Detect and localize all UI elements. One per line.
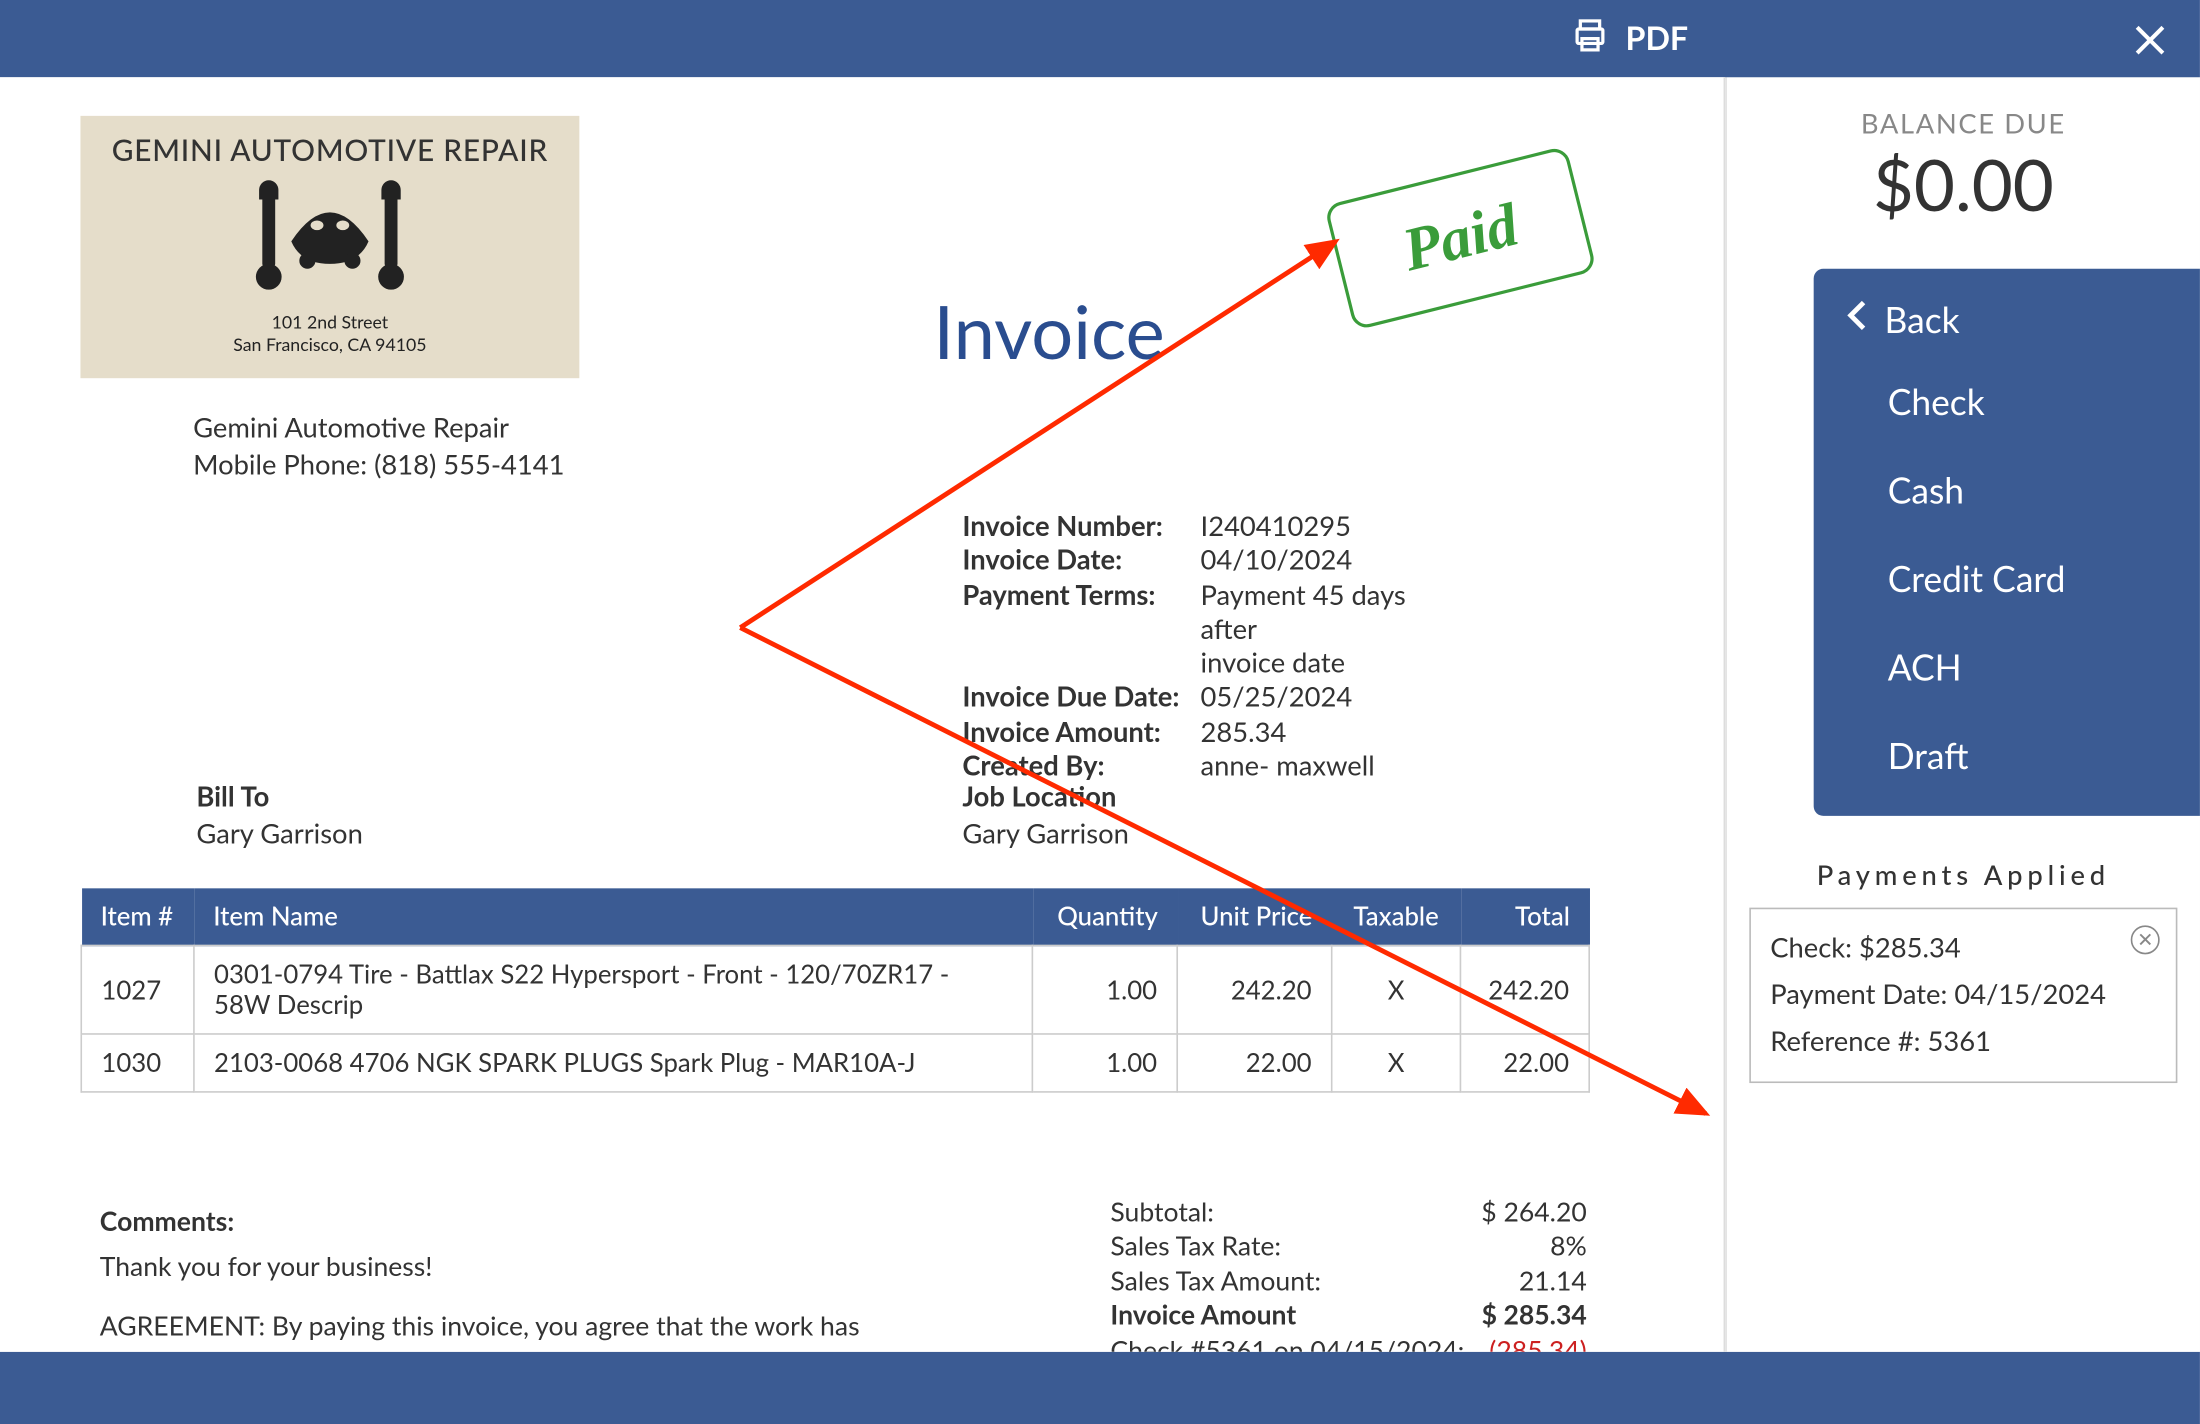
job-location: Job Location Gary Garrison — [962, 779, 1129, 853]
company-phone: Mobile Phone: (818) 555-4141 — [193, 447, 1661, 484]
payment-menu: Back Check Cash Credit Card ACH Draft — [1814, 269, 2200, 816]
company-logo-card: GEMINI AUTOMOTIVE REPAIR — [80, 116, 579, 378]
pdf-button[interactable]: PDF — [1571, 15, 1688, 62]
payment-applied-card: ✕ Check: $285.34 Payment Date: 04/15/202… — [1749, 908, 2177, 1083]
comments-block: Comments: Thank you for your business! A… — [100, 1204, 872, 1352]
table-row: 1030 2103-0068 4706 NGK SPARK PLUGS Spar… — [81, 1034, 1589, 1092]
table-header-row: Item # Item Name Quantity Unit Price Tax… — [81, 888, 1589, 945]
delete-payment-button[interactable]: ✕ — [2131, 925, 2160, 954]
invoice-document: GEMINI AUTOMOTIVE REPAIR — [0, 77, 1725, 1352]
pay-option-draft[interactable]: Draft — [1814, 711, 2200, 800]
back-button[interactable]: Back — [1814, 282, 2200, 358]
col-total: Total — [1460, 888, 1589, 945]
chevron-left-icon — [1846, 298, 1869, 341]
close-icon — [2132, 13, 2167, 68]
close-button[interactable] — [2132, 13, 2167, 68]
invoice-metadata: Invoice Number:I240410295 Invoice Date:0… — [962, 509, 1458, 783]
pay-option-credit-card[interactable]: Credit Card — [1814, 534, 2200, 623]
logo-graphic — [80, 177, 579, 306]
balance-due-label: BALANCE DUE — [1749, 106, 2177, 140]
payment-line: Check: $285.34 — [1770, 925, 2156, 971]
footer-bar — [0, 1352, 2200, 1424]
payment-ref-line: Reference #: 5361 — [1770, 1018, 2156, 1064]
pay-option-check[interactable]: Check — [1814, 357, 2200, 446]
payments-applied-heading: Payments Applied — [1749, 858, 2177, 892]
payment-date-line: Payment Date: 04/15/2024 — [1770, 972, 2156, 1018]
header-bar: PDF — [0, 0, 2200, 77]
col-item-name: Item Name — [194, 888, 1032, 945]
table-row: 1027 0301-0794 Tire - Battlax S22 Hypers… — [81, 945, 1589, 1034]
col-qty: Quantity — [1032, 888, 1177, 945]
printer-icon — [1571, 15, 1610, 62]
col-unit-price: Unit Price — [1177, 888, 1331, 945]
pay-option-cash[interactable]: Cash — [1814, 446, 2200, 535]
invoice-title: Invoice — [933, 286, 1164, 375]
line-items-table: Item # Item Name Quantity Unit Price Tax… — [80, 888, 1590, 1092]
company-name: Gemini Automotive Repair — [193, 410, 1661, 447]
balance-due-amount: $0.00 — [1749, 143, 2177, 227]
logo-title: GEMINI AUTOMOTIVE REPAIR — [80, 132, 579, 167]
totals-block: Subtotal:$ 264.20 Sales Tax Rate:8% Sale… — [1110, 1196, 1586, 1352]
col-taxable: Taxable — [1332, 888, 1461, 945]
bill-to: Bill To Gary Garrison — [196, 779, 363, 853]
pay-option-ach[interactable]: ACH — [1814, 623, 2200, 712]
sidebar: BALANCE DUE $0.00 Back Check Cash Credit… — [1725, 77, 2200, 1352]
pdf-label: PDF — [1626, 19, 1689, 58]
close-circle-icon: ✕ — [2137, 923, 2153, 956]
company-info: Gemini Automotive Repair Mobile Phone: (… — [193, 410, 1661, 484]
logo-address: 101 2nd Street San Francisco, CA 94105 — [80, 312, 579, 358]
paid-stamp: Paid — [1324, 146, 1597, 331]
col-item-num: Item # — [81, 888, 194, 945]
